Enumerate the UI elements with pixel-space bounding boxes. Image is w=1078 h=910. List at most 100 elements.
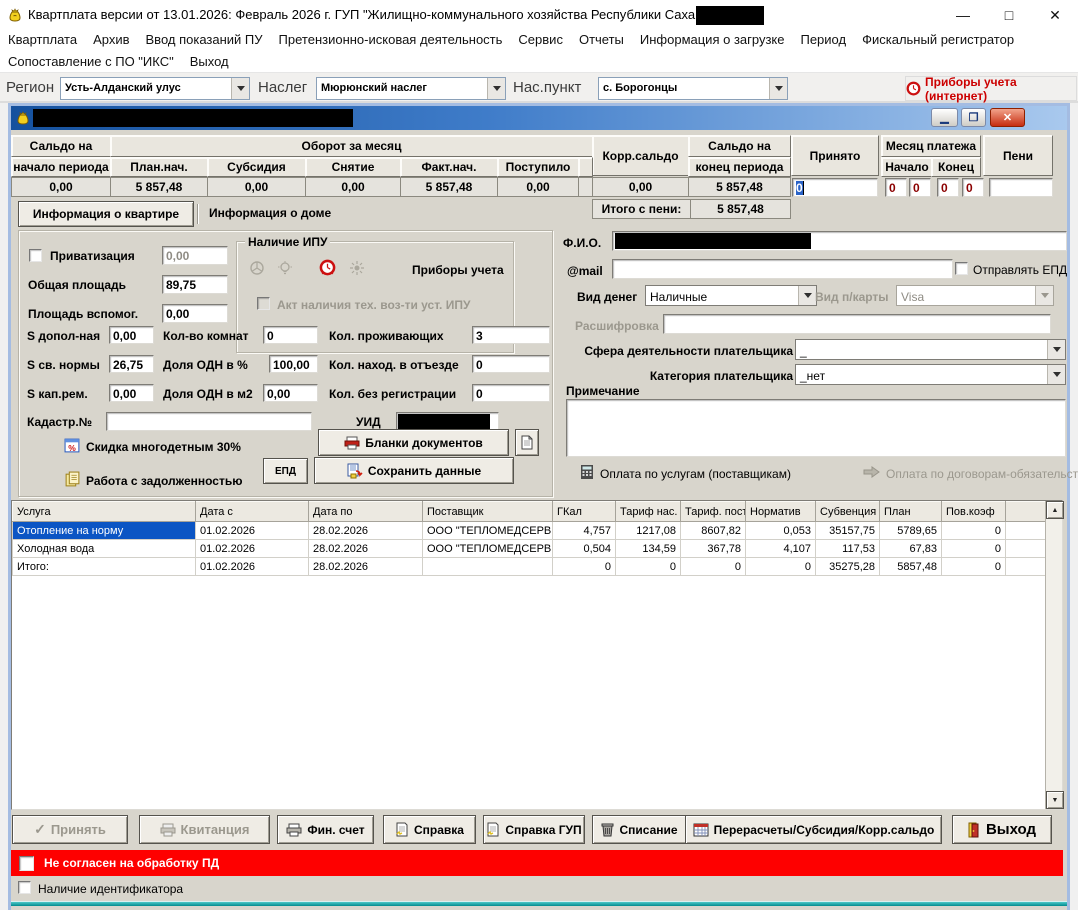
- epd-button[interactable]: ЕПД: [263, 458, 308, 484]
- grid-cell[interactable]: 8607,82: [681, 522, 746, 540]
- menu-fiskalny[interactable]: Фискальный регистратор: [854, 30, 1022, 49]
- spravka-gup-button[interactable]: Справка ГУП: [483, 815, 585, 844]
- rooms-input[interactable]: 0: [263, 326, 318, 344]
- chevron-down-icon[interactable]: [1047, 340, 1065, 359]
- grid-cell[interactable]: 0: [942, 540, 1006, 558]
- menu-vyhod[interactable]: Выход: [182, 52, 237, 71]
- odn-pct-input[interactable]: 100,00: [269, 355, 318, 373]
- nasleg-select[interactable]: Мюрюнский наслег: [316, 77, 506, 100]
- naspunkt-select[interactable]: с. Борогонцы: [598, 77, 788, 100]
- scroll-down-icon[interactable]: ▼: [1046, 791, 1064, 809]
- grid-cell[interactable]: ООО "ТЕПЛОМЕДСЕРВИ: [423, 522, 553, 540]
- chevron-down-icon[interactable]: [798, 286, 816, 305]
- total-area-input[interactable]: 89,75: [162, 275, 228, 294]
- privatization-checkbox[interactable]: [29, 249, 42, 262]
- grid-cell[interactable]: 367,78: [681, 540, 746, 558]
- spravka-button[interactable]: Справка: [383, 815, 476, 844]
- window-maximize-button[interactable]: □: [986, 0, 1032, 30]
- debt-button[interactable]: Работа с задолженностью: [86, 474, 242, 488]
- grid-cell[interactable]: [423, 558, 553, 576]
- grid-scrollbar[interactable]: ▲ ▼: [1045, 501, 1062, 809]
- grid-cell[interactable]: 67,83: [880, 540, 942, 558]
- grid-column-header[interactable]: Дата по: [309, 502, 423, 522]
- grid-cell[interactable]: 4,107: [746, 540, 816, 558]
- grid-cell[interactable]: Холодная вода: [13, 540, 196, 558]
- grid-cell[interactable]: 0: [616, 558, 681, 576]
- grid-column-header[interactable]: Пов.коэф: [942, 502, 1006, 522]
- pay-services-link[interactable]: Оплата по услугам (поставщикам): [600, 467, 791, 481]
- grid-cell[interactable]: 28.02.2026: [309, 522, 423, 540]
- grid-column-header[interactable]: Норматив: [746, 502, 816, 522]
- meters-internet-button[interactable]: Приборы учета (интернет): [905, 76, 1077, 101]
- identifier-checkbox[interactable]: [18, 881, 31, 894]
- menu-kvartplata[interactable]: Квартплата: [0, 30, 85, 49]
- tab-house[interactable]: Информация о доме: [209, 206, 331, 220]
- pay-month-end1-input[interactable]: 0: [937, 178, 959, 197]
- peni-input[interactable]: [989, 178, 1053, 197]
- mail-input[interactable]: [612, 259, 953, 279]
- category-select[interactable]: _нет: [795, 364, 1066, 385]
- grid-column-header[interactable]: Тариф нас.: [616, 502, 681, 522]
- grid-column-header[interactable]: Услуга: [13, 502, 196, 522]
- grid-cell[interactable]: 0,504: [553, 540, 616, 558]
- window-minimize-button[interactable]: —: [940, 0, 986, 30]
- region-select[interactable]: Усть-Алданский улус: [60, 77, 250, 100]
- inner-restore-button[interactable]: ❐: [961, 108, 986, 127]
- tab-apartment[interactable]: Информация о квартире: [18, 201, 194, 227]
- writeoff-button[interactable]: Списание: [592, 815, 687, 844]
- residents-input[interactable]: 3: [472, 326, 550, 344]
- grid-cell[interactable]: 35275,28: [816, 558, 880, 576]
- grid-cell[interactable]: 01.02.2026: [196, 522, 309, 540]
- kadastr-input[interactable]: [106, 412, 312, 431]
- menu-sopostavlenie-iks[interactable]: Сопоставление с ПО "ИКС": [0, 52, 182, 71]
- grid-cell[interactable]: Отопление на норму: [13, 522, 196, 540]
- sphere-select[interactable]: _: [795, 339, 1066, 360]
- fio-input[interactable]: [612, 231, 1067, 251]
- grid-cell[interactable]: 134,59: [616, 540, 681, 558]
- note-textarea[interactable]: [566, 399, 1066, 457]
- grid-cell[interactable]: 1217,08: [616, 522, 681, 540]
- aux-area-input[interactable]: 0,00: [162, 304, 228, 323]
- clock-icon[interactable]: [319, 259, 336, 281]
- pay-month-start1-input[interactable]: 0: [885, 178, 907, 197]
- inner-minimize-button[interactable]: ▁: [931, 108, 958, 127]
- grid-cell[interactable]: 117,53: [816, 540, 880, 558]
- decode-input[interactable]: [663, 314, 1051, 334]
- grid-cell[interactable]: 0: [942, 522, 1006, 540]
- save-button[interactable]: Сохранить данные: [314, 457, 514, 484]
- consent-checkbox[interactable]: [19, 856, 34, 871]
- s-kap-input[interactable]: 0,00: [109, 384, 154, 402]
- menu-otchety[interactable]: Отчеты: [571, 30, 632, 49]
- accepted-input[interactable]: 0: [792, 178, 878, 197]
- noreg-input[interactable]: 0: [472, 384, 550, 402]
- menu-vvod-pokazaniy[interactable]: Ввод показаний ПУ: [138, 30, 271, 49]
- grid-cell[interactable]: ООО "ТЕПЛОМЕДСЕРВИ: [423, 540, 553, 558]
- pay-month-start2-input[interactable]: 0: [909, 178, 931, 197]
- menu-arhiv[interactable]: Архив: [85, 30, 137, 49]
- away-input[interactable]: 0: [472, 355, 550, 373]
- grid-cell[interactable]: 0: [681, 558, 746, 576]
- grid-column-header[interactable]: ГКал: [553, 502, 616, 522]
- grid-cell[interactable]: 4,757: [553, 522, 616, 540]
- grid-cell[interactable]: 0,053: [746, 522, 816, 540]
- blanks-button[interactable]: Бланки документов: [318, 429, 509, 456]
- chevron-down-icon[interactable]: [1047, 365, 1065, 384]
- grid-cell[interactable]: 35157,75: [816, 522, 880, 540]
- odn-m2-input[interactable]: 0,00: [263, 384, 318, 402]
- pay-month-end2-input[interactable]: 0: [962, 178, 984, 197]
- grid-cell[interactable]: 5857,48: [880, 558, 942, 576]
- grid-cell[interactable]: 28.02.2026: [309, 558, 423, 576]
- grid-cell[interactable]: 0: [942, 558, 1006, 576]
- money-type-select[interactable]: Наличные: [645, 285, 817, 306]
- exit-button[interactable]: Выход: [952, 815, 1052, 844]
- window-close-button[interactable]: ✕: [1032, 0, 1078, 30]
- chevron-down-icon[interactable]: [769, 78, 787, 99]
- grid-column-header[interactable]: Тариф. пост: [681, 502, 746, 522]
- grid-column-header[interactable]: План: [880, 502, 942, 522]
- grid-cell[interactable]: 5789,65: [880, 522, 942, 540]
- menu-period[interactable]: Период: [792, 30, 854, 49]
- menu-pretenzionno[interactable]: Претензионно-исковая деятельность: [271, 30, 511, 49]
- scroll-up-icon[interactable]: ▲: [1046, 501, 1064, 519]
- grid-column-header[interactable]: Дата с: [196, 502, 309, 522]
- grid-cell[interactable]: Итого:: [13, 558, 196, 576]
